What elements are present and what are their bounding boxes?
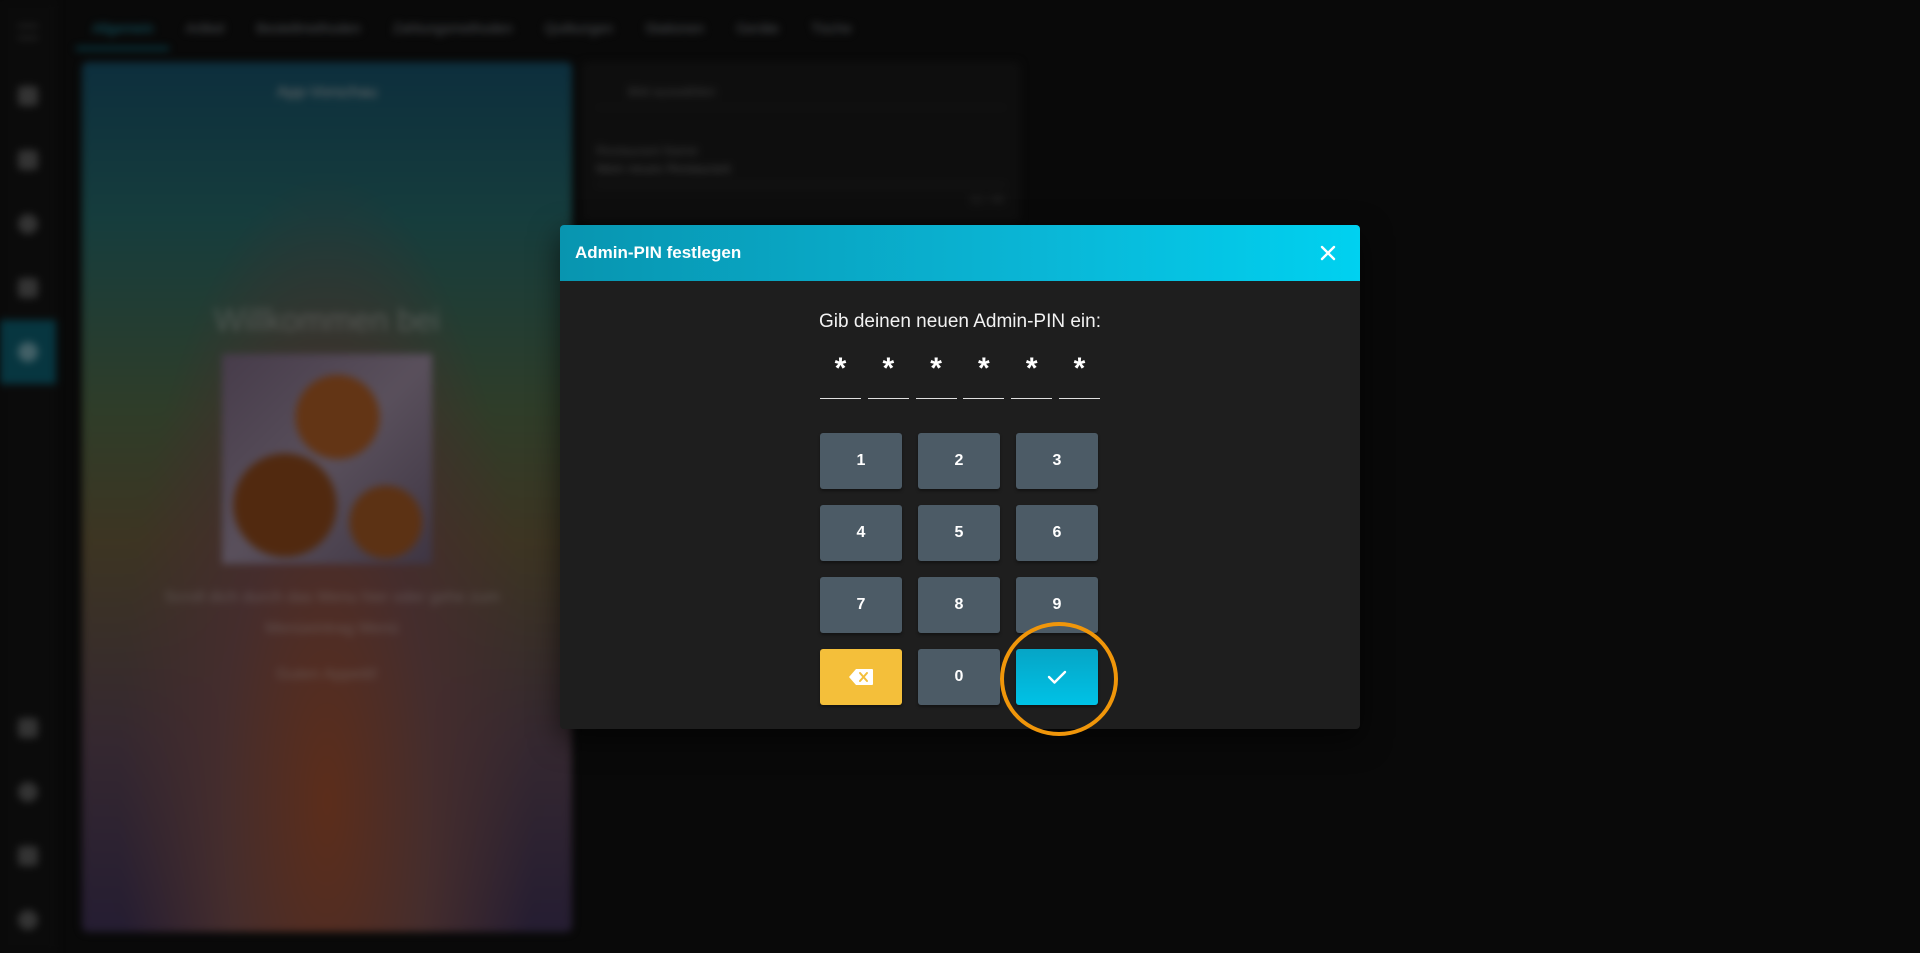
pin-digit: * [915,347,957,399]
checkmark-icon [1047,670,1067,684]
key-4[interactable]: 4 [820,505,902,561]
key-9[interactable]: 9 [1016,577,1098,633]
dialog-title: Admin-PIN festlegen [575,243,742,262]
pin-digit: * [1011,347,1053,399]
key-8[interactable]: 8 [918,577,1000,633]
pin-digit: * [963,347,1005,399]
pin-digit: * [820,347,861,399]
close-button[interactable] [1311,236,1345,270]
key-1[interactable]: 1 [820,433,902,489]
close-icon [1320,245,1336,261]
key-2[interactable]: 2 [918,433,1000,489]
pin-prompt: Gib deinen neuen Admin-PIN ein: [818,311,1101,332]
backspace-button[interactable] [820,649,902,705]
pin-digit: * [867,347,909,399]
key-5[interactable]: 5 [918,505,1000,561]
key-3[interactable]: 3 [1016,433,1098,489]
key-6[interactable]: 6 [1016,505,1098,561]
pin-display: * * * * * * [820,347,1100,399]
pin-digit: * [1058,347,1100,399]
pin-keypad: 1 2 3 4 5 6 7 8 9 0 [820,433,1100,705]
key-0[interactable]: 0 [918,649,1000,705]
backspace-icon [849,669,873,685]
admin-pin-dialog: Admin-PIN festlegen Gib deinen neuen Adm… [560,225,1360,729]
confirm-button[interactable] [1016,649,1098,705]
key-7[interactable]: 7 [820,577,902,633]
dialog-header: Admin-PIN festlegen [560,225,1360,281]
